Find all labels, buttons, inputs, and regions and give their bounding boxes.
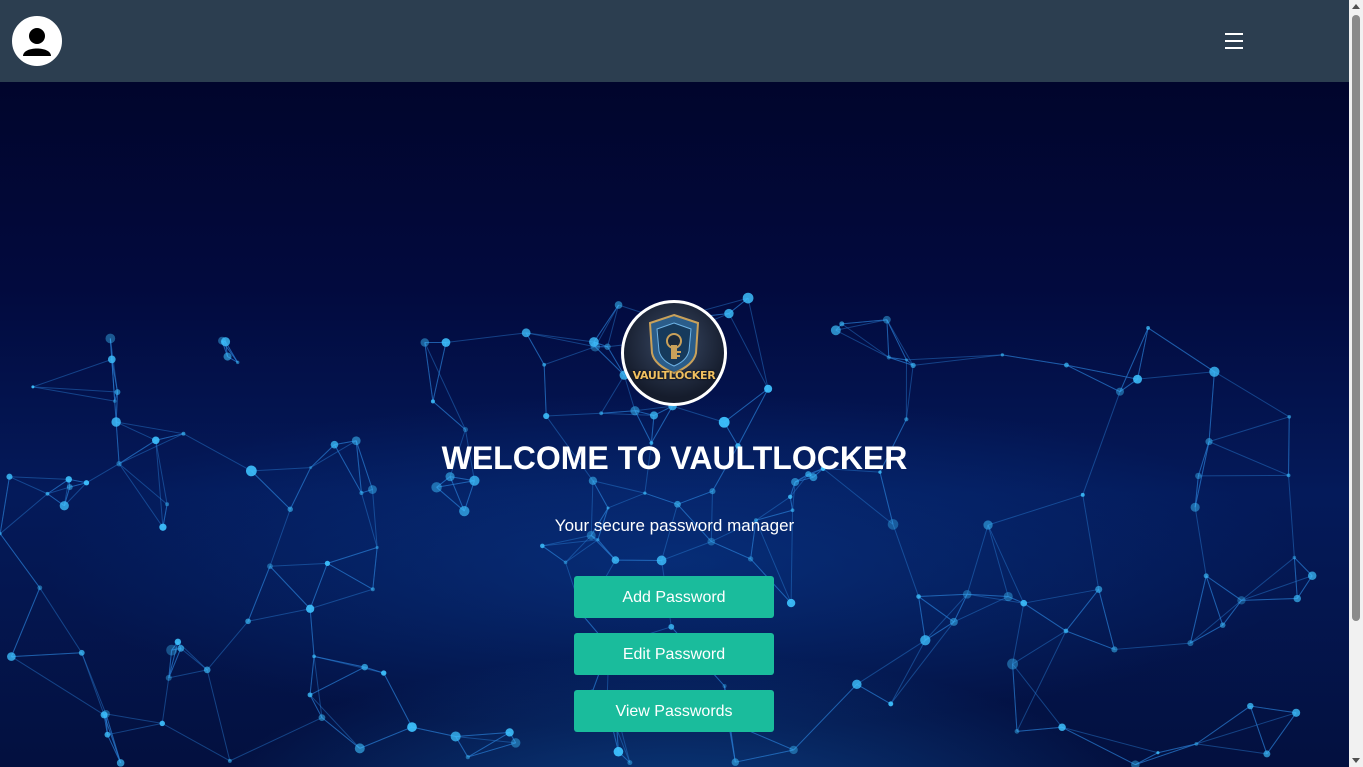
shield-lock-icon	[648, 313, 700, 375]
hamburger-menu-icon[interactable]	[1222, 28, 1246, 56]
user-avatar-icon[interactable]	[12, 16, 62, 66]
view-passwords-button[interactable]: View Passwords	[574, 690, 774, 732]
vaultlocker-logo: VAULTLOCKER	[621, 300, 727, 406]
scroll-down-arrow-icon[interactable]	[1352, 758, 1360, 763]
logo-wordmark: VAULTLOCKER	[632, 369, 716, 382]
hero-section: VAULTLOCKER WELCOME TO VAULTLOCKER Your …	[0, 82, 1349, 767]
edit-password-button[interactable]: Edit Password	[574, 633, 774, 675]
menu-bar	[1225, 33, 1243, 35]
menu-bar	[1225, 47, 1243, 49]
scroll-up-arrow-icon[interactable]	[1352, 4, 1360, 9]
welcome-title: WELCOME TO VAULTLOCKER	[441, 440, 908, 476]
person-silhouette-icon	[23, 28, 51, 56]
scrollbar-thumb[interactable]	[1352, 15, 1360, 621]
tagline: Your secure password manager	[554, 516, 795, 535]
page: VAULTLOCKER WELCOME TO VAULTLOCKER Your …	[0, 0, 1363, 767]
add-password-button[interactable]: Add Password	[574, 576, 774, 618]
menu-bar	[1225, 40, 1243, 42]
vertical-scrollbar[interactable]	[1349, 0, 1363, 767]
top-navbar	[0, 0, 1349, 82]
